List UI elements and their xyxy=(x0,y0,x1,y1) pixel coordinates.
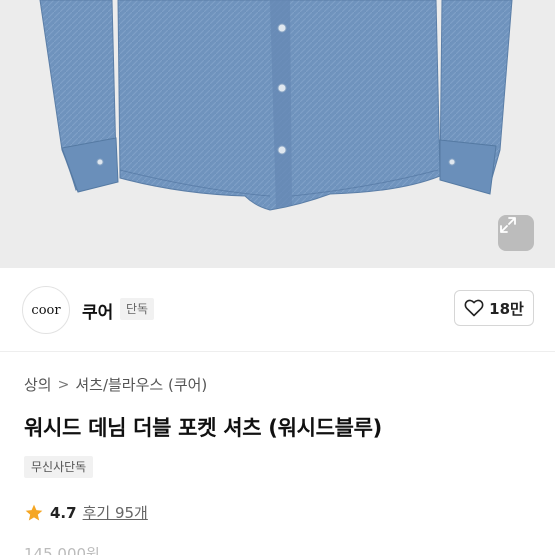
reviews-link[interactable]: 후기 95개 xyxy=(83,502,148,523)
breadcrumb-item-category[interactable]: 상의 xyxy=(24,374,52,395)
brand-exclusive-badge: 단독 xyxy=(120,298,155,320)
star-icon xyxy=(25,504,43,520)
brand-logo-text: coor xyxy=(31,302,61,318)
brand-name[interactable]: 쿠어 xyxy=(82,298,113,323)
expand-image-button[interactable] xyxy=(498,215,534,251)
rating-row: 4.7 후기 95개 xyxy=(24,502,148,523)
denim-shirt-illustration xyxy=(39,0,513,211)
rating-score: 4.7 xyxy=(50,503,77,522)
exclusive-tag: 무신사단독 xyxy=(24,456,94,478)
heart-icon xyxy=(464,299,484,317)
brand-logo[interactable]: coor xyxy=(22,286,70,334)
expand-icon xyxy=(500,217,516,233)
like-count: 18만 xyxy=(489,299,524,318)
price-text: 145,000원 xyxy=(24,547,100,555)
product-title: 워시드 데님 더블 포켓 셔츠 (워시드블루) xyxy=(24,416,382,440)
like-button[interactable]: 18만 xyxy=(454,290,534,326)
product-image[interactable] xyxy=(0,0,555,268)
breadcrumb-separator: > xyxy=(57,376,70,393)
breadcrumb-item-subcategory[interactable]: 셔츠/블라우스 (쿠어) xyxy=(75,374,207,395)
breadcrumb: 상의 > 셔츠/블라우스 (쿠어) xyxy=(24,374,207,395)
